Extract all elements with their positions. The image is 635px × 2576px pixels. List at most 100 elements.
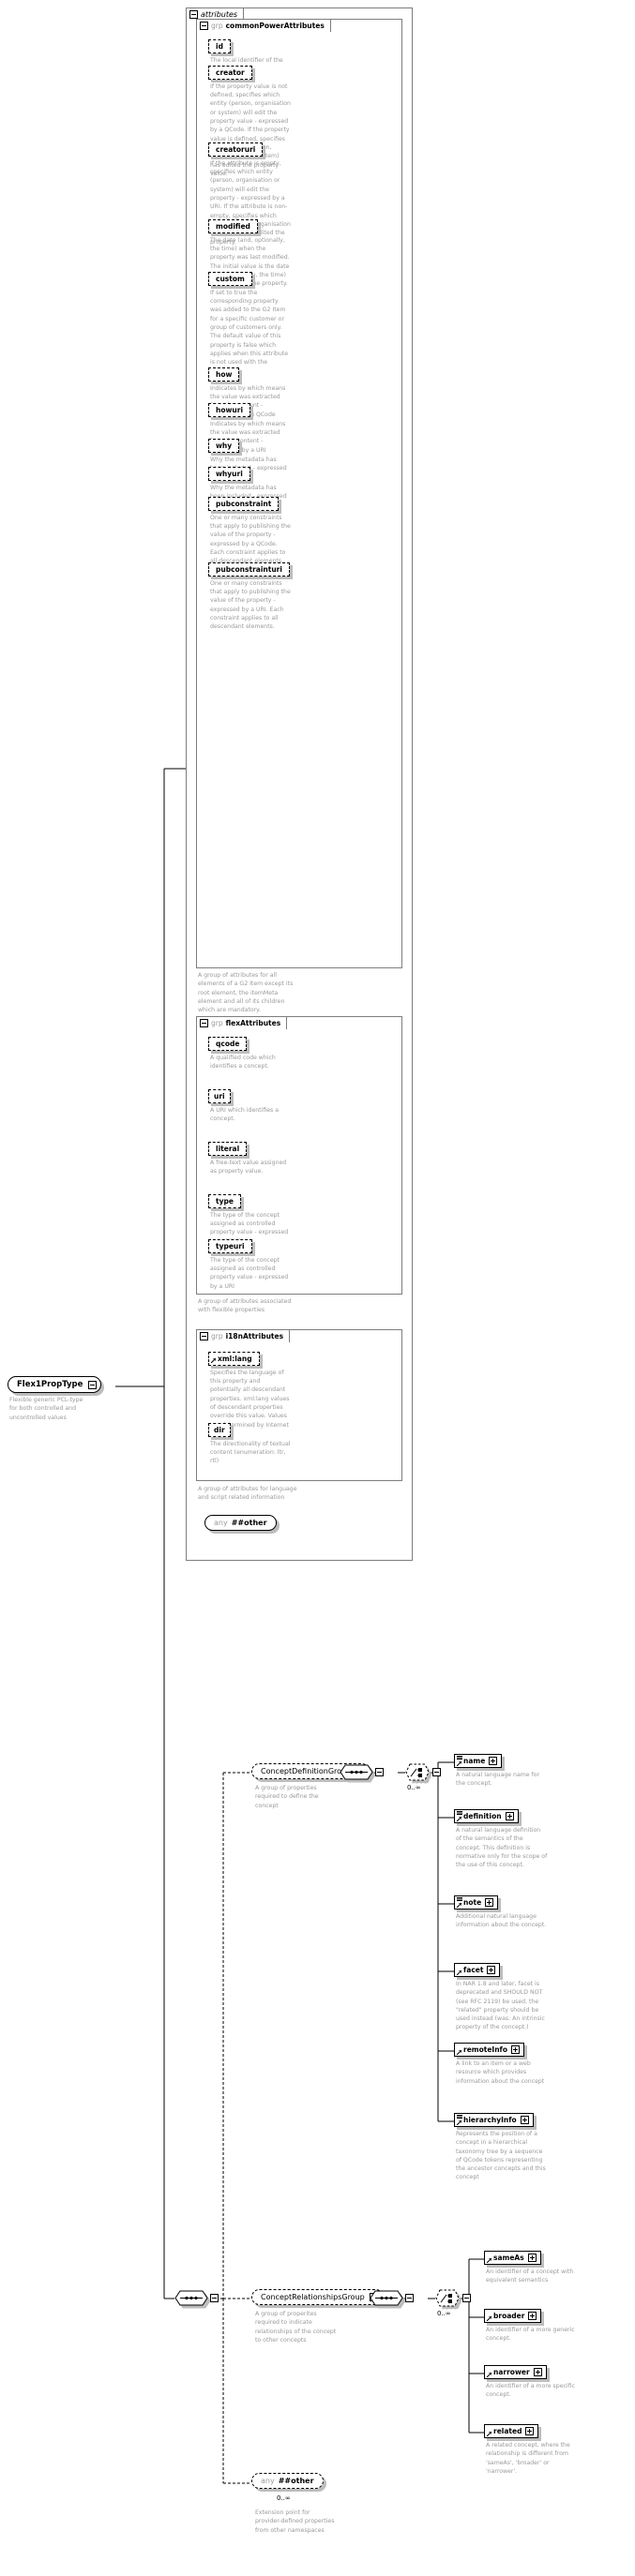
attribute-qcode-doc: A qualified code which identifies a conc… bbox=[210, 1054, 276, 1071]
sequence-collapse-icon[interactable] bbox=[405, 2293, 414, 2302]
element-label: sameAs bbox=[493, 2254, 524, 2262]
attribute-qcode[interactable]: qcode bbox=[208, 1037, 248, 1051]
element-hierarchyInfo[interactable]: hierarchyInfo bbox=[454, 2113, 534, 2127]
group-collapse-icon[interactable] bbox=[200, 22, 208, 30]
group-name: i18nAttributes bbox=[225, 1332, 284, 1340]
group-ref-ConceptRelationshipsGroup[interactable]: ConceptRelationshipsGroup bbox=[251, 2289, 384, 2305]
attribute-creatoruri[interactable]: creatoruri bbox=[208, 142, 264, 157]
type-node-doc: Flexible generic PCL-type for both contr… bbox=[9, 1397, 83, 1421]
element-expand-icon[interactable] bbox=[489, 1757, 498, 1765]
element-expand-icon[interactable] bbox=[533, 2368, 542, 2376]
ref-arrow-icon bbox=[457, 1970, 461, 1975]
attribute-typeuri[interactable]: typeuri bbox=[208, 1239, 252, 1253]
element-broader[interactable]: broader bbox=[484, 2309, 542, 2323]
element-sameAs[interactable]: sameAs bbox=[484, 2251, 541, 2265]
element-expand-icon[interactable] bbox=[487, 1966, 496, 1974]
element-remoteInfo-doc: A link to an item or a web resource whic… bbox=[456, 2060, 545, 2085]
sequence-collapse-icon[interactable] bbox=[375, 1767, 384, 1776]
group-collapse-icon[interactable] bbox=[200, 1332, 208, 1340]
ref-arrow-icon bbox=[487, 2258, 491, 2263]
element-facet[interactable]: facet bbox=[454, 1963, 501, 1977]
any-keyword: any bbox=[261, 2477, 275, 2485]
group-flexAttributes-tab[interactable]: grp flexAttributes bbox=[196, 1016, 288, 1029]
choice-collapse-icon[interactable] bbox=[462, 2293, 471, 2302]
ref-arrow-icon bbox=[457, 2120, 461, 2125]
definition-group-choice[interactable] bbox=[405, 1763, 441, 1781]
element-narrower[interactable]: narrower bbox=[484, 2365, 547, 2379]
element-name[interactable]: name bbox=[454, 1754, 503, 1768]
sequence-icon bbox=[174, 2290, 208, 2306]
attribute-type[interactable]: type bbox=[208, 1194, 241, 1208]
attribute-pubconstrainturi-doc: One or many constraints that apply to pu… bbox=[210, 579, 291, 631]
attribute-uri-doc: A URI which identifies a concept. bbox=[210, 1106, 280, 1123]
element-expand-icon[interactable] bbox=[485, 1898, 494, 1907]
element-expand-icon[interactable] bbox=[520, 2116, 529, 2124]
element-definition[interactable]: definition bbox=[454, 1809, 519, 1823]
attribute-any-other[interactable]: any ##other bbox=[204, 1515, 277, 1531]
attributes-tab-label: attributes bbox=[201, 10, 238, 19]
element-expand-icon[interactable] bbox=[528, 2312, 537, 2320]
element-expand-icon[interactable] bbox=[527, 2254, 537, 2262]
element-related[interactable]: related bbox=[484, 2424, 539, 2438]
attribute-uri[interactable]: uri bbox=[208, 1089, 231, 1103]
group-flexAttributes-doc: A group of attributes associated with fl… bbox=[198, 1298, 292, 1314]
sequence-icon bbox=[370, 2290, 403, 2306]
attribute-pubconstraint[interactable]: pubconstraint bbox=[208, 497, 280, 511]
attribute-literal-doc: A free-text value assigned as property v… bbox=[210, 1159, 287, 1176]
type-node-Flex1PropType[interactable]: Flex1PropType bbox=[8, 1376, 102, 1393]
element-sameAs-doc: An identifier of a concept with equivale… bbox=[486, 2269, 574, 2284]
attribute-how[interactable]: how bbox=[208, 367, 240, 382]
type-collapse-icon[interactable] bbox=[88, 1380, 98, 1389]
relationships-group-sequence[interactable] bbox=[370, 2290, 414, 2306]
ref-arrow-icon bbox=[457, 2050, 461, 2055]
choice-icon bbox=[435, 2289, 460, 2307]
attribute-creator[interactable]: creator bbox=[208, 66, 252, 80]
group-keyword: grp bbox=[211, 22, 223, 30]
attribute-id[interactable]: id bbox=[208, 39, 231, 53]
attribute-label: xml:lang bbox=[218, 1354, 252, 1363]
group-keyword: grp bbox=[211, 1332, 223, 1340]
attribute-whyuri[interactable]: whyuri bbox=[208, 467, 250, 481]
attribute-xml-lang[interactable]: xml:lang bbox=[208, 1352, 260, 1366]
element-note-doc: Additional natural language information … bbox=[456, 1913, 547, 1929]
attribute-literal[interactable]: literal bbox=[208, 1142, 248, 1156]
element-remoteInfo[interactable]: remoteInfo bbox=[454, 2043, 524, 2057]
attribute-pubconstraint-doc: One or many constraints that apply to pu… bbox=[210, 514, 291, 565]
element-note[interactable]: note bbox=[454, 1895, 499, 1910]
group-i18nAttributes-tab[interactable]: grp i18nAttributes bbox=[196, 1329, 291, 1342]
element-definition-doc: A natural language definition of the sem… bbox=[456, 1827, 548, 1869]
element-label: definition bbox=[463, 1812, 502, 1820]
choice-collapse-icon[interactable] bbox=[432, 1767, 441, 1776]
group-commonPowerAttributes-tab[interactable]: grp commonPowerAttributes bbox=[196, 19, 331, 32]
type-node-label: Flex1PropType bbox=[17, 1380, 83, 1389]
attribute-typeuri-doc: The type of the concept assigned as cont… bbox=[210, 1256, 289, 1290]
definition-group-sequence[interactable] bbox=[340, 1764, 384, 1780]
ref-arrow-icon bbox=[487, 2316, 491, 2321]
attribute-modified[interactable]: modified bbox=[208, 219, 258, 233]
choice-icon bbox=[405, 1763, 430, 1781]
relationships-group-choice[interactable] bbox=[435, 2289, 471, 2307]
ref-arrow-icon bbox=[487, 2432, 491, 2436]
attribute-why[interactable]: why bbox=[208, 439, 240, 453]
attributes-collapse-icon[interactable] bbox=[189, 10, 198, 19]
element-expand-icon[interactable] bbox=[505, 1812, 514, 1820]
element-expand-icon[interactable] bbox=[510, 2045, 520, 2054]
attribute-howuri[interactable]: howuri bbox=[208, 403, 251, 417]
group-ref-ConceptRelationshipsGroup-doc: A group of properites required to indica… bbox=[255, 2311, 337, 2344]
content-any-other-doc: Extension point for provider-defined pro… bbox=[255, 2509, 335, 2534]
element-facet-doc: In NAR 1.8 and later, facet is deprecate… bbox=[456, 1981, 545, 2031]
sequence-collapse-icon[interactable] bbox=[210, 2293, 219, 2302]
tab-mask bbox=[197, 35, 313, 37]
element-label: related bbox=[493, 2427, 522, 2435]
attribute-dir[interactable]: dir bbox=[208, 1423, 231, 1437]
attribute-pubconstrainturi[interactable]: pubconstrainturi bbox=[208, 562, 290, 577]
root-sequence-compositor[interactable] bbox=[174, 2290, 219, 2306]
group-collapse-icon[interactable] bbox=[200, 1019, 208, 1027]
content-any-other[interactable]: any ##other bbox=[251, 2473, 324, 2489]
any-namespace: ##other bbox=[231, 1519, 267, 1527]
attribute-custom[interactable]: custom bbox=[208, 272, 252, 286]
sequence-icon bbox=[340, 1764, 373, 1780]
ref-arrow-icon bbox=[211, 1358, 216, 1364]
element-label: facet bbox=[463, 1966, 484, 1974]
element-expand-icon[interactable] bbox=[525, 2427, 535, 2435]
